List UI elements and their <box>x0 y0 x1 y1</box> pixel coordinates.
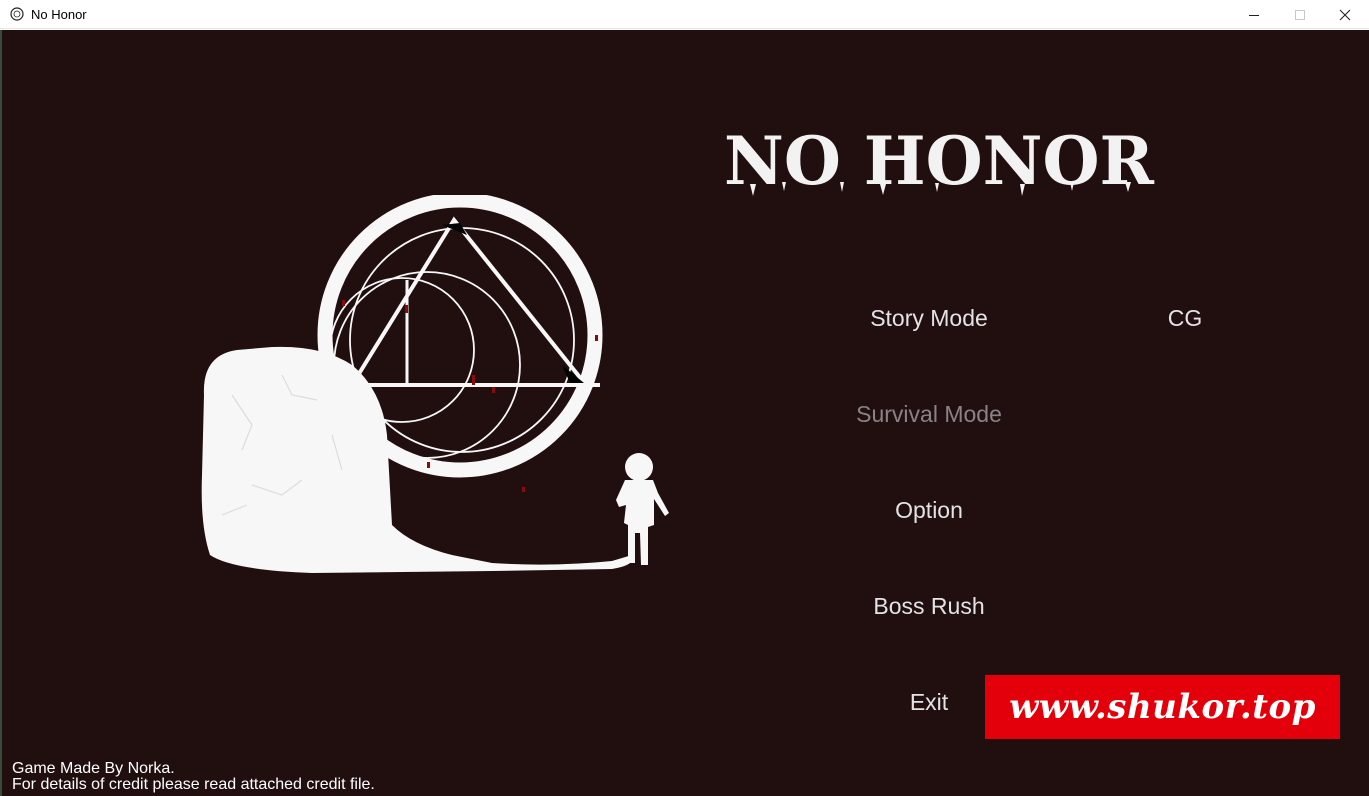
watermark-text: www.shukor.top <box>1009 687 1316 727</box>
watermark-banner: www.shukor.top <box>985 675 1340 739</box>
cg-button[interactable]: CG <box>1168 305 1203 332</box>
exit-button[interactable]: Exit <box>910 689 948 716</box>
maximize-icon <box>1295 9 1305 20</box>
minimize-icon <box>1249 14 1259 16</box>
game-logo-icon <box>10 7 24 21</box>
close-icon <box>1339 9 1351 20</box>
window-titlebar[interactable]: No Honor <box>0 0 1369 29</box>
title-illustration <box>201 195 669 573</box>
window-title: No Honor <box>31 7 87 22</box>
boss-rush-button[interactable]: Boss Rush <box>873 593 984 620</box>
credit-details: For details of credit please read attach… <box>12 776 375 793</box>
game-logo: NO HONOR <box>724 122 1155 200</box>
story-mode-button[interactable]: Story Mode <box>870 305 988 332</box>
option-button[interactable]: Option <box>895 497 963 524</box>
survival-mode-button[interactable]: Survival Mode <box>856 401 1002 428</box>
close-button[interactable] <box>1322 0 1368 29</box>
logo-text: NO HONOR <box>724 122 1155 200</box>
minimize-button[interactable] <box>1231 0 1277 29</box>
maximize-button[interactable] <box>1277 0 1323 29</box>
